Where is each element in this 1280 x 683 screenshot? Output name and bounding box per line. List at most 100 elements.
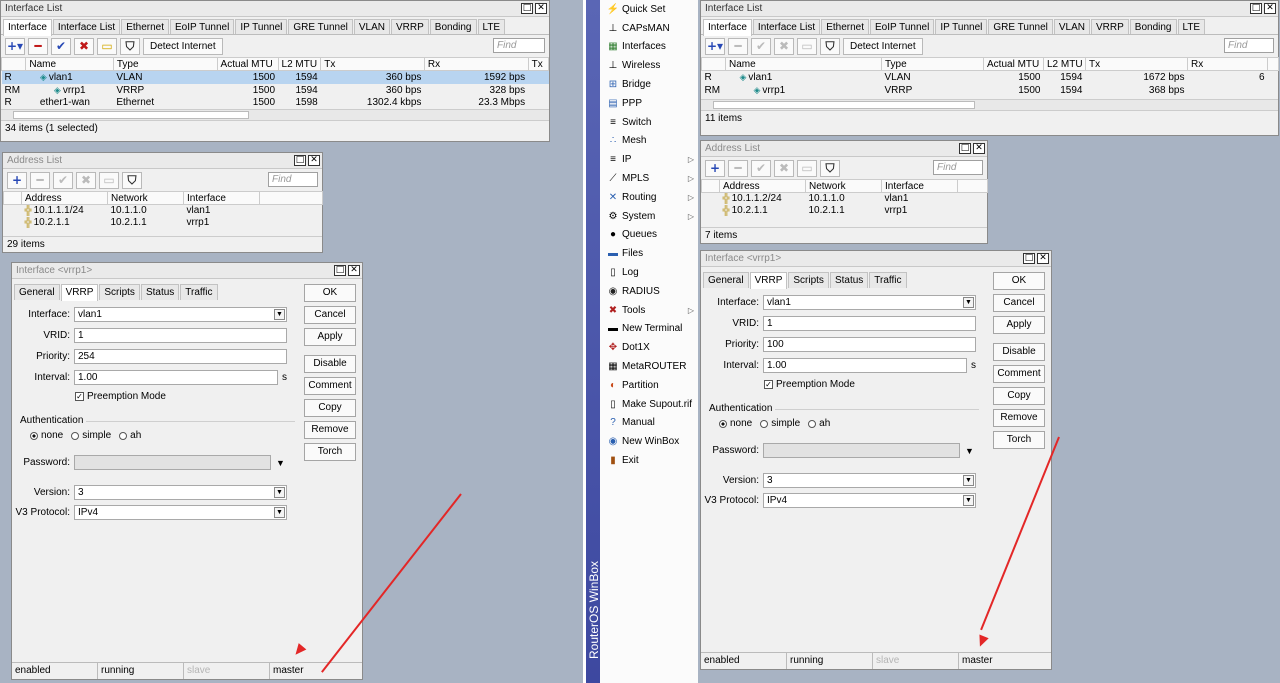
apply-button[interactable]: Apply	[993, 316, 1045, 334]
preemption-checkbox[interactable]: ✓	[764, 380, 773, 389]
menu-item-bridge[interactable]: ⊞ Bridge	[600, 75, 698, 94]
dropdown-icon[interactable]: ▼	[963, 475, 974, 486]
menu-item-tools[interactable]: ✖ Tools ▷	[600, 301, 698, 320]
maximize-icon[interactable]: □	[1023, 253, 1035, 264]
col-network[interactable]: Network	[107, 191, 184, 205]
maximize-icon[interactable]: □	[294, 155, 306, 166]
tab-gre-tunnel[interactable]: GRE Tunnel	[288, 19, 353, 34]
remove-button[interactable]: Remove	[993, 409, 1045, 427]
remove-button[interactable]: Remove	[304, 421, 356, 439]
tab-status[interactable]: Status	[829, 272, 869, 288]
menu-item-radius[interactable]: ◉ RADIUS	[600, 282, 698, 301]
table-row[interactable]: ╬ 10.1.1.1/24 10.1.1.0 vlan1	[4, 205, 323, 218]
table-row[interactable]: ╬ 10.2.1.1 10.2.1.1 vrrp1	[4, 217, 323, 229]
filter-icon[interactable]: ⛉	[122, 171, 142, 189]
menu-item-ip[interactable]: ≡ IP ▷	[600, 150, 698, 169]
table-row-partial[interactable]: R ether1-wan Ethernet 1500 1598 1302.4 k…	[2, 97, 549, 109]
close-icon[interactable]: ✕	[1264, 3, 1276, 14]
menu-item-new-terminal[interactable]: ▬ New Terminal	[600, 320, 698, 339]
detect-internet-button[interactable]: Detect Internet	[143, 37, 223, 55]
menu-item-queues[interactable]: ● Queues	[600, 226, 698, 245]
cancel-button[interactable]: Cancel	[304, 306, 356, 324]
maximize-icon[interactable]: □	[1250, 3, 1262, 14]
vrid-input[interactable]: 1	[74, 328, 287, 343]
disable-icon[interactable]: ✖	[76, 171, 96, 189]
auth-none-radio[interactable]	[30, 431, 38, 440]
tab-ip-tunnel[interactable]: IP Tunnel	[935, 19, 988, 34]
col-name[interactable]: Name	[25, 57, 114, 71]
enable-icon[interactable]: ✔	[751, 37, 771, 55]
tab-scripts[interactable]: Scripts	[788, 272, 829, 288]
tab-lte[interactable]: LTE	[1177, 19, 1206, 34]
col-flag[interactable]	[0, 57, 27, 71]
find-input[interactable]: Find	[1224, 38, 1274, 53]
tab-gre-tunnel[interactable]: GRE Tunnel	[988, 19, 1053, 34]
comment-icon[interactable]: ▭	[97, 37, 117, 55]
auth-none-radio[interactable]	[719, 419, 727, 428]
dropdown-icon[interactable]: ▼	[960, 446, 974, 456]
table-row[interactable]: R ◈ vlan1 VLAN 1500 1594 360 bps 1592 bps	[1, 70, 549, 84]
find-input[interactable]: Find	[268, 172, 318, 187]
col-address[interactable]: Address	[21, 191, 108, 205]
col-type[interactable]: Type	[881, 57, 984, 71]
tab-scripts[interactable]: Scripts	[99, 284, 140, 300]
apply-button[interactable]: Apply	[304, 328, 356, 346]
add-icon[interactable]: +▾	[705, 37, 725, 55]
disable-button[interactable]: Disable	[993, 343, 1045, 361]
enable-icon[interactable]: ✔	[53, 171, 73, 189]
table-row[interactable]: RM ◈ vrrp1 VRRP 1500 1594 368 bps	[702, 84, 1279, 97]
auth-ah-radio[interactable]	[808, 419, 817, 428]
filter-icon[interactable]: ⛉	[120, 37, 140, 55]
col-name[interactable]: Name	[725, 57, 882, 71]
comment-icon[interactable]: ▭	[99, 171, 119, 189]
copy-button[interactable]: Copy	[304, 399, 356, 417]
disable-icon[interactable]: ✖	[774, 37, 794, 55]
dropdown-icon[interactable]: ▼	[963, 495, 974, 506]
v3-protocol-select[interactable]: IPv4 ▼	[74, 505, 287, 520]
table-row[interactable]: R ◈ vlan1 VLAN 1500 1594 1672 bps 6	[702, 71, 1279, 85]
menu-item-exit[interactable]: ▮ Exit	[600, 451, 698, 470]
menu-item-new-winbox[interactable]: ◉ New WinBox	[600, 432, 698, 451]
comment-button[interactable]: Comment	[993, 365, 1045, 383]
find-input[interactable]: Find	[493, 38, 545, 53]
col-interface[interactable]: Interface	[881, 179, 958, 193]
tab-interface-list[interactable]: Interface List	[52, 19, 121, 34]
menu-item-wireless[interactable]: ⊥ Wireless	[600, 56, 698, 75]
interface-select[interactable]: vlan1 ▼	[74, 307, 287, 322]
auth-simple-radio[interactable]	[760, 419, 769, 428]
disable-icon[interactable]: ✖	[74, 37, 94, 55]
close-icon[interactable]: ✕	[348, 265, 360, 276]
table-row[interactable]: RM ◈ vrrp1 VRRP 1500 1594 360 bps 328 bps	[2, 84, 549, 97]
auth-simple-radio[interactable]	[71, 431, 80, 440]
menu-item-quick-set[interactable]: ⚡ Quick Set	[600, 0, 698, 19]
col-address[interactable]: Address	[719, 179, 806, 193]
tab-lte[interactable]: LTE	[477, 19, 506, 34]
priority-input[interactable]: 254	[74, 349, 287, 364]
tab-eoip-tunnel[interactable]: EoIP Tunnel	[170, 19, 235, 34]
auth-ah-radio[interactable]	[119, 431, 128, 440]
menu-item-ppp[interactable]: ▤ PPP	[600, 94, 698, 113]
vrid-input[interactable]: 1	[763, 316, 976, 331]
col-actual-mtu[interactable]: Actual MTU	[216, 57, 279, 71]
dropdown-icon[interactable]: ▼	[271, 458, 285, 468]
tab-ethernet[interactable]: Ethernet	[821, 19, 869, 34]
col-network[interactable]: Network	[805, 179, 882, 193]
menu-item-mpls[interactable]: ⟋ MPLS ▷	[600, 169, 698, 188]
close-icon[interactable]: ✕	[308, 155, 320, 166]
menu-item-partition[interactable]: ◐ Partition	[600, 376, 698, 395]
col-tx-2[interactable]: Tx	[527, 57, 550, 71]
menu-item-system[interactable]: ⚙ System ▷	[600, 207, 698, 226]
tab-bonding[interactable]: Bonding	[1129, 19, 1177, 34]
copy-button[interactable]: Copy	[993, 387, 1045, 405]
tab-ip-tunnel[interactable]: IP Tunnel	[235, 19, 288, 34]
tab-vlan[interactable]: VLAN	[1053, 19, 1090, 34]
tab-eoip-tunnel[interactable]: EoIP Tunnel	[870, 19, 935, 34]
menu-item-capsman[interactable]: ⊥ CAPsMAN	[600, 19, 698, 38]
horizontal-scrollbar[interactable]	[1, 109, 549, 120]
tab-vlan[interactable]: VLAN	[353, 19, 390, 34]
password-input[interactable]	[763, 443, 960, 458]
menu-item-metarouter[interactable]: ▦ MetaROUTER	[600, 357, 698, 376]
menu-item-log[interactable]: ▯ Log	[600, 263, 698, 282]
dropdown-icon[interactable]: ▼	[274, 309, 285, 320]
tab-interface-list[interactable]: Interface List	[752, 19, 821, 34]
